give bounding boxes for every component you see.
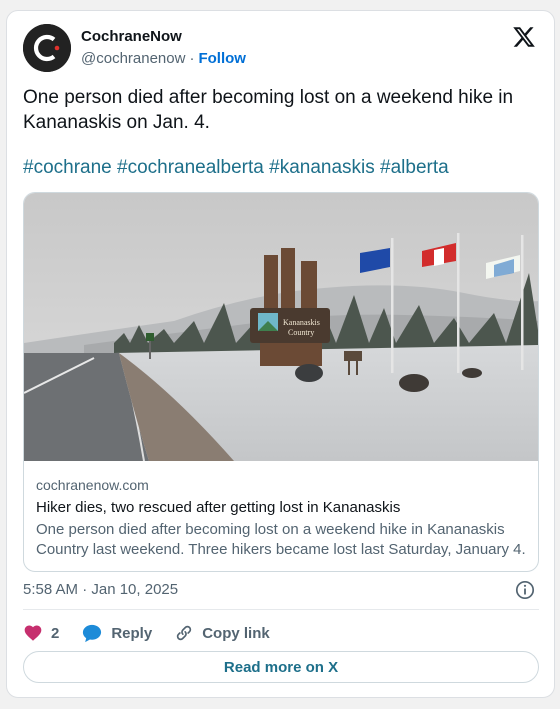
post-text: One person died after becoming lost on a… <box>23 87 514 133</box>
like-button[interactable]: 2 <box>23 623 59 643</box>
reply-button[interactable]: Reply <box>81 623 152 643</box>
follow-button[interactable]: Follow <box>198 50 246 67</box>
reply-label: Reply <box>111 624 153 642</box>
info-icon[interactable] <box>515 580 535 600</box>
link-chain-icon <box>177 625 192 641</box>
avatar[interactable] <box>23 24 71 72</box>
action-bar: 2 Reply Copy link <box>23 621 292 645</box>
read-more-button[interactable]: Read more on X <box>23 651 539 683</box>
divider <box>23 609 539 610</box>
link-description: One person died after becoming lost on a… <box>36 521 526 558</box>
cochrane-now-logo-icon <box>23 24 71 72</box>
hashtag-link[interactable]: #cochranealberta <box>117 157 264 178</box>
copy-link-label: Copy link <box>202 624 270 642</box>
post-timestamp[interactable]: 5:58 AM · Jan 10, 2025 <box>23 581 178 598</box>
x-logo-icon[interactable] <box>512 25 536 49</box>
hashtag-list: #cochrane #cochranealberta #kananaskis #… <box>23 155 543 180</box>
link-title: Hiker dies, two rescued after getting lo… <box>36 499 401 516</box>
heart-icon <box>24 625 42 641</box>
link-preview-card[interactable]: Kananaskis Country cochranenow.com Hiker… <box>23 192 539 572</box>
copy-link-button[interactable]: Copy link <box>174 623 270 643</box>
author-handle-row: @cochranenow · Follow <box>81 50 246 67</box>
author-handle[interactable]: @cochranenow <box>81 50 185 67</box>
link-domain: cochranenow.com <box>36 477 149 493</box>
like-count: 2 <box>51 624 60 642</box>
reply-bubble-icon <box>83 624 102 643</box>
author-name[interactable]: CochraneNow <box>81 28 182 45</box>
hashtag-link[interactable]: #cochrane <box>23 157 112 178</box>
hashtag-link[interactable]: #alberta <box>380 157 449 178</box>
svg-text:Country: Country <box>288 328 314 337</box>
separator-dot: · <box>189 50 195 67</box>
hashtag-link[interactable]: #kananaskis <box>269 157 375 178</box>
svg-text:Kananaskis: Kananaskis <box>283 318 320 327</box>
link-preview-image: Kananaskis Country <box>24 193 538 461</box>
embedded-post-card: CochraneNow @cochranenow · Follow One pers… <box>6 10 555 698</box>
